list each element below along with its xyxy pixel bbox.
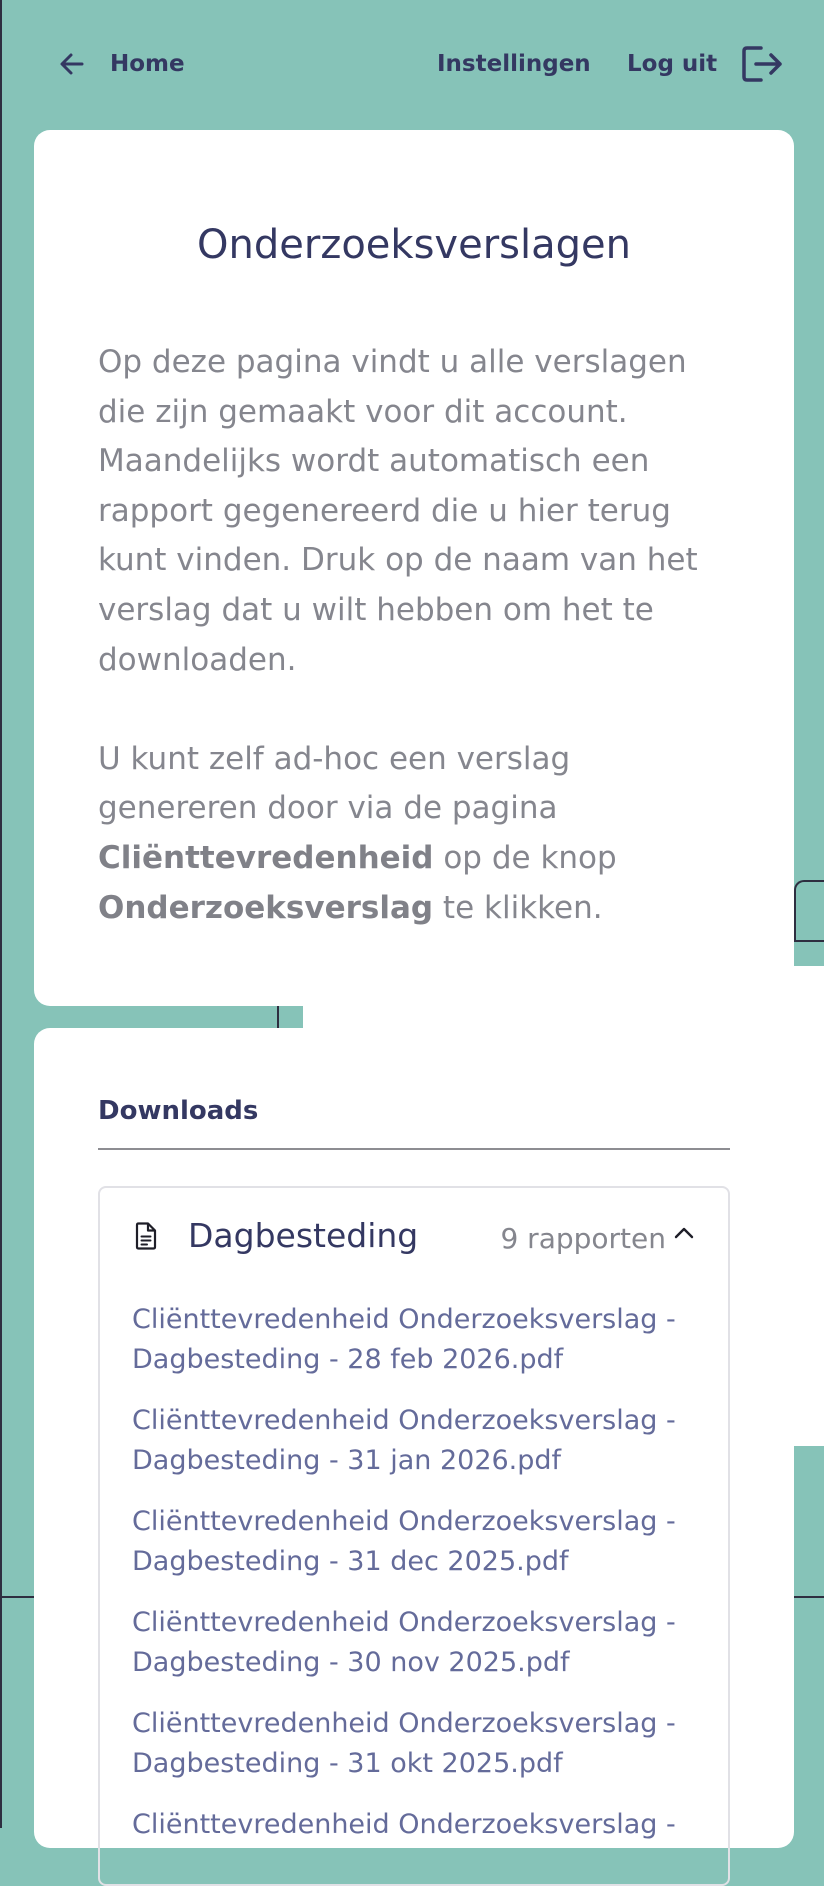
logout-label: Log uit [627, 51, 718, 77]
downloads-divider [98, 1148, 730, 1150]
background-bracket-shape [794, 880, 824, 942]
file-download-link[interactable]: Cliënttevredenheid Onderzoeksverslag - D… [132, 1502, 692, 1582]
list-item: Cliënttevredenheid Onderzoeksverslag - D… [132, 1300, 692, 1380]
intro-paragraph-adhoc: U kunt zelf ad-hoc een verslag genereren… [98, 735, 738, 933]
list-item: Cliënttevredenheid Onderzoeksverslag - [132, 1805, 692, 1845]
logout-button[interactable]: Log uit [627, 44, 785, 84]
downloads-heading: Downloads [98, 1096, 259, 1126]
file-download-link[interactable]: Cliënttevredenheid Onderzoeksverslag - D… [132, 1704, 692, 1784]
file-list: Cliënttevredenheid Onderzoeksverslag - D… [132, 1300, 692, 1866]
home-label: Home [110, 51, 185, 77]
accordion-title: Dagbesteding [188, 1216, 419, 1255]
file-download-link[interactable]: Cliënttevredenheid Onderzoeksverslag - D… [132, 1300, 692, 1380]
arrow-left-icon [60, 53, 84, 75]
background-line-art [794, 1596, 824, 1598]
intro-paragraph: Op deze pagina vindt u alle verslagen di… [98, 344, 698, 678]
background-line-art [0, 1596, 34, 1598]
list-item: Cliënttevredenheid Onderzoeksverslag - D… [132, 1704, 692, 1784]
intro-text-segment: op de knop [433, 839, 617, 876]
logout-icon [742, 46, 782, 82]
file-download-link[interactable]: Cliënttevredenheid Onderzoeksverslag - D… [132, 1401, 692, 1481]
background-line-art [0, 0, 2, 1828]
home-link[interactable]: Home [58, 44, 185, 84]
list-item: Cliënttevredenheid Onderzoeksverslag - D… [132, 1502, 692, 1582]
top-navigation: Home Instellingen Log uit [0, 0, 824, 128]
intro-text: Op deze pagina vindt u alle verslagen di… [98, 338, 738, 983]
intro-card: Onderzoeksverslagen Op deze pagina vindt… [34, 130, 794, 1006]
downloads-accordion: Dagbesteding 9 rapporten Cliënttevredenh… [98, 1186, 730, 1886]
list-item: Cliënttevredenheid Onderzoeksverslag - D… [132, 1603, 692, 1683]
intro-text-segment: te klikken. [433, 889, 603, 926]
settings-link[interactable]: Instellingen [437, 44, 591, 84]
downloads-card: Downloads Dagbesteding 9 rapporten Cliën… [34, 1028, 794, 1886]
clienttevredenheid-emphasis: Cliënttevredenheid [98, 839, 434, 876]
background-line-art [277, 1006, 279, 1028]
accordion-header-dagbesteding[interactable]: Dagbesteding 9 rapporten [100, 1188, 728, 1288]
document-icon [135, 1222, 157, 1250]
list-item: Cliënttevredenheid Onderzoeksverslag - D… [132, 1401, 692, 1481]
page-title: Onderzoeksverslagen [197, 222, 631, 268]
file-download-link[interactable]: Cliënttevredenheid Onderzoeksverslag - D… [132, 1603, 692, 1683]
intro-text-segment: U kunt zelf ad-hoc een verslag genereren… [98, 740, 571, 827]
settings-label: Instellingen [437, 51, 591, 77]
chevron-up-icon [674, 1227, 694, 1239]
onderzoeksverslag-emphasis: Onderzoeksverslag [98, 889, 434, 926]
report-count: 9 rapporten [500, 1222, 666, 1255]
file-download-link[interactable]: Cliënttevredenheid Onderzoeksverslag - [132, 1805, 692, 1845]
